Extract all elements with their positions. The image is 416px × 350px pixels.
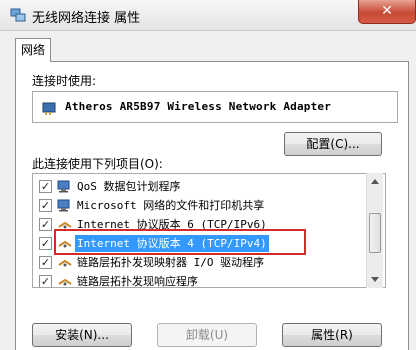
list-item-file-share[interactable]: ✓ Microsoft 网络的文件和打印机共享 (33, 196, 367, 215)
items-label: 此连接使用下列项目(O): (32, 157, 163, 171)
qos-checkbox[interactable]: ✓ (39, 180, 52, 193)
ipv4-checkbox[interactable]: ✓ (39, 237, 52, 250)
tab-network[interactable]: 网络 (15, 38, 51, 62)
configure-button[interactable]: 配置(C)... (284, 132, 382, 156)
lltd-responder-checkbox[interactable]: ✓ (39, 275, 52, 287)
lltd-responder-label: 链路层拓扑发现响应程序 (77, 275, 198, 288)
highlight-box (54, 229, 306, 255)
lltd-mapper-checkbox[interactable]: ✓ (39, 256, 52, 269)
adapter-field: Atheros AR5B97 Wireless Network Adapter (32, 91, 398, 123)
uninstall-button[interactable]: 卸载(U) (157, 323, 257, 347)
properties-button[interactable]: 属性(R) (282, 323, 382, 347)
list-scrollbar[interactable] (366, 173, 383, 288)
list-item-lltd-mapper[interactable]: ✓ 链路层拓扑发现映射器 I/O 驱动程序 (33, 253, 367, 272)
install-button[interactable]: 安装(N)... (32, 323, 132, 347)
window-title: 无线网络连接 属性 (32, 11, 141, 26)
connect-using-label: 连接时使用: (32, 74, 97, 88)
scroll-up-icon[interactable] (371, 179, 379, 184)
list-item-qos[interactable]: ✓ QoS 数据包计划程序 (33, 177, 367, 196)
protocol-icon (58, 278, 72, 286)
scroll-down-icon[interactable] (371, 277, 379, 282)
adapter-name: Atheros AR5B97 Wireless Network Adapter (65, 100, 332, 113)
qos-label: QoS 数据包计划程序 (77, 180, 181, 193)
file-share-checkbox[interactable]: ✓ (39, 199, 52, 212)
qos-icon (57, 180, 70, 193)
scroll-thumb[interactable] (369, 213, 381, 253)
file-share-label: Microsoft 网络的文件和打印机共享 (77, 199, 265, 212)
protocol-icon (58, 259, 72, 267)
close-button[interactable]: ✕ (358, 0, 416, 24)
title-bar: 无线网络连接 属性 ✕ (0, 0, 416, 31)
ipv6-checkbox[interactable]: ✓ (39, 218, 52, 231)
network-connection-icon (10, 8, 26, 22)
network-share-icon (57, 199, 70, 212)
network-adapter-icon (42, 102, 56, 115)
lltd-mapper-label: 链路层拓扑发现映射器 I/O 驱动程序 (77, 256, 265, 269)
list-item-lltd-responder[interactable]: ✓ 链路层拓扑发现响应程序 (33, 272, 367, 288)
